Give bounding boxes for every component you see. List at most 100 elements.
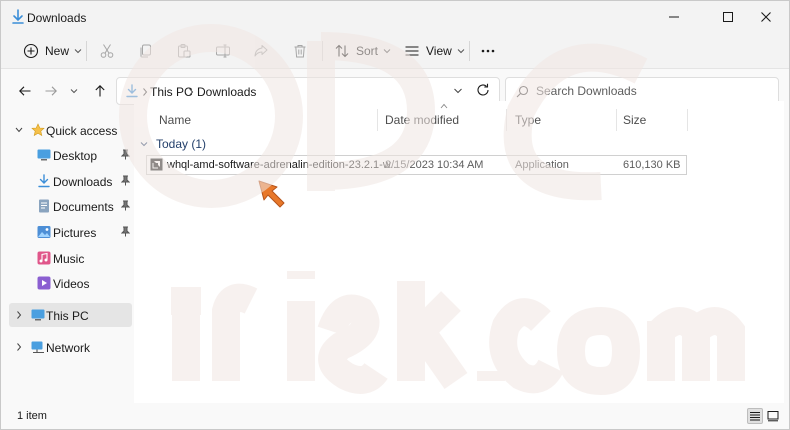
pin-icon bbox=[121, 200, 130, 211]
close-button[interactable] bbox=[743, 1, 789, 33]
rename-icon bbox=[216, 44, 230, 58]
nav-item-desktop[interactable]: Desktop bbox=[9, 143, 132, 167]
chevron-down-icon bbox=[74, 49, 82, 54]
share-button[interactable] bbox=[253, 37, 269, 65]
paste-icon bbox=[178, 44, 191, 58]
cut-icon bbox=[100, 44, 114, 58]
file-size: 610,130 KB bbox=[623, 159, 681, 171]
tiles-view-icon bbox=[767, 411, 779, 422]
column-divider[interactable] bbox=[616, 109, 617, 131]
network-icon bbox=[31, 341, 44, 354]
column-header-size[interactable]: Size bbox=[623, 113, 646, 127]
nav-item-music[interactable]: Music bbox=[9, 246, 132, 270]
paste-button[interactable] bbox=[176, 37, 192, 65]
chevron-down-icon bbox=[457, 49, 465, 54]
minimize-icon bbox=[669, 16, 679, 18]
rename-button[interactable] bbox=[215, 37, 231, 65]
separator bbox=[322, 41, 323, 61]
large-icons-view-button[interactable] bbox=[765, 408, 781, 424]
nav-item-videos[interactable]: Videos bbox=[9, 271, 132, 295]
arrow-up-icon bbox=[95, 85, 105, 97]
nav-item-downloads[interactable]: Downloads bbox=[9, 169, 132, 193]
nav-item-documents[interactable]: Documents bbox=[9, 194, 132, 218]
chevron-right-icon bbox=[143, 88, 148, 96]
pin-icon bbox=[121, 175, 130, 186]
search-icon bbox=[516, 85, 529, 98]
title-bar: Downloads bbox=[1, 1, 789, 33]
sort-button-label: Sort bbox=[356, 44, 379, 58]
delete-button[interactable] bbox=[292, 37, 308, 65]
chevron-down-icon bbox=[140, 142, 148, 147]
file-explorer-window: Downloads New Sort View This PC Download… bbox=[0, 0, 790, 430]
videos-icon bbox=[37, 276, 51, 290]
nav-item-label: Downloads bbox=[53, 175, 113, 189]
forward-button[interactable] bbox=[41, 81, 61, 101]
table-row[interactable]: whql-amd-software-adrenalin-edition-23.2… bbox=[146, 155, 687, 175]
nav-item-label: Pictures bbox=[53, 226, 97, 240]
nav-item-pictures[interactable]: Pictures bbox=[9, 220, 132, 244]
back-button[interactable] bbox=[15, 81, 35, 101]
refresh-icon[interactable] bbox=[475, 82, 491, 98]
sort-ascending-icon bbox=[440, 103, 448, 109]
details-view-icon bbox=[750, 412, 760, 421]
column-divider[interactable] bbox=[377, 109, 378, 131]
new-button[interactable]: New bbox=[23, 37, 82, 65]
pictures-icon bbox=[37, 226, 51, 238]
download-icon bbox=[12, 9, 24, 24]
details-view-button[interactable] bbox=[747, 408, 763, 424]
pin-icon bbox=[121, 149, 130, 160]
share-icon bbox=[254, 45, 268, 57]
star-icon bbox=[31, 123, 45, 137]
command-bar: New Sort View bbox=[1, 33, 789, 69]
up-button[interactable] bbox=[90, 81, 110, 101]
sort-button[interactable]: Sort bbox=[334, 37, 391, 65]
arrow-annotation-icon bbox=[258, 180, 285, 208]
copy-icon bbox=[140, 44, 151, 58]
chevron-down-icon[interactable] bbox=[453, 87, 463, 95]
recent-locations-button[interactable] bbox=[67, 81, 81, 101]
chevron-down-icon bbox=[70, 89, 78, 94]
nav-quick-access-label: Quick access bbox=[46, 124, 118, 138]
download-icon bbox=[126, 84, 138, 98]
download-icon bbox=[38, 174, 50, 188]
chevron-right-icon bbox=[17, 343, 22, 351]
search-input[interactable] bbox=[536, 82, 766, 100]
window-title: Downloads bbox=[27, 11, 87, 25]
navigation-pane: Quick access Desktop Downloads Documents bbox=[1, 113, 134, 403]
nav-item-label: Network bbox=[46, 341, 91, 355]
separator bbox=[86, 41, 87, 61]
file-list-pane: Name Date modified Type Size Today (1) w… bbox=[134, 101, 784, 403]
desktop-icon bbox=[37, 149, 51, 161]
nav-item-network[interactable]: Network bbox=[9, 335, 132, 359]
copy-button[interactable] bbox=[138, 37, 154, 65]
documents-icon bbox=[39, 199, 49, 213]
cut-button[interactable] bbox=[99, 37, 115, 65]
separator bbox=[469, 41, 470, 61]
see-more-button[interactable] bbox=[480, 37, 496, 65]
column-divider[interactable] bbox=[687, 109, 688, 131]
chevron-down-icon bbox=[15, 127, 23, 133]
column-header-name[interactable]: Name bbox=[159, 113, 191, 127]
file-name: whql-amd-software-adrenalin-edition-23.2… bbox=[167, 159, 400, 171]
column-divider[interactable] bbox=[506, 109, 507, 131]
music-icon bbox=[37, 251, 51, 265]
nav-quick-access[interactable]: Quick access bbox=[9, 118, 132, 142]
minimize-button[interactable] bbox=[651, 1, 697, 33]
chevron-right-icon bbox=[17, 311, 22, 319]
column-header-type[interactable]: Type bbox=[515, 113, 541, 127]
nav-item-this-pc[interactable]: This PC bbox=[9, 303, 132, 327]
maximize-icon bbox=[723, 12, 733, 22]
view-lines-icon bbox=[405, 46, 419, 56]
nav-item-label: Documents bbox=[53, 200, 114, 214]
chevron-right-icon bbox=[189, 88, 194, 96]
status-bar: 1 item bbox=[1, 403, 789, 429]
arrow-right-icon bbox=[45, 86, 57, 96]
view-button[interactable]: View bbox=[404, 37, 465, 65]
group-header-today[interactable]: Today (1) bbox=[140, 137, 206, 151]
trash-icon bbox=[294, 45, 306, 58]
file-date: 2/15/2023 10:34 AM bbox=[385, 159, 484, 171]
column-header-date[interactable]: Date modified bbox=[385, 113, 459, 127]
breadcrumb-downloads[interactable]: Downloads bbox=[197, 85, 256, 99]
close-icon bbox=[761, 12, 771, 22]
application-icon bbox=[150, 158, 163, 171]
